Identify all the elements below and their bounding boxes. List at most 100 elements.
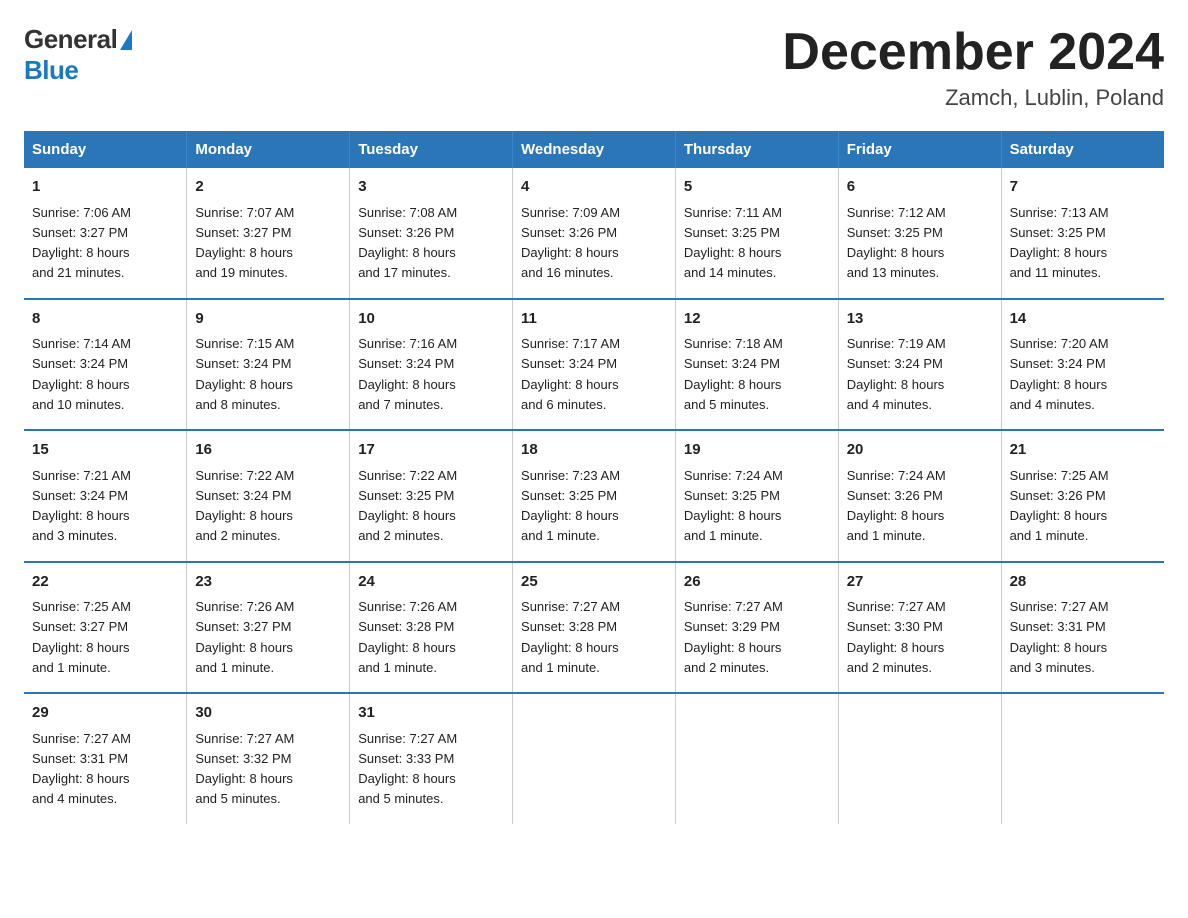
calendar-week-row: 8 Sunrise: 7:14 AMSunset: 3:24 PMDaylight… bbox=[24, 299, 1164, 431]
day-info: Sunrise: 7:20 AMSunset: 3:24 PMDaylight:… bbox=[1010, 336, 1109, 412]
calendar-cell: 12 Sunrise: 7:18 AMSunset: 3:24 PMDayligh… bbox=[675, 299, 838, 431]
day-info: Sunrise: 7:18 AMSunset: 3:24 PMDaylight:… bbox=[684, 336, 783, 412]
day-number: 1 bbox=[32, 176, 178, 199]
day-info: Sunrise: 7:27 AMSunset: 3:31 PMDaylight:… bbox=[32, 731, 131, 807]
day-info: Sunrise: 7:27 AMSunset: 3:28 PMDaylight:… bbox=[521, 599, 620, 675]
day-info: Sunrise: 7:12 AMSunset: 3:25 PMDaylight:… bbox=[847, 205, 946, 281]
day-number: 15 bbox=[32, 439, 178, 462]
page-header: General Blue December 2024 Zamch, Lublin… bbox=[24, 24, 1164, 111]
day-info: Sunrise: 7:07 AMSunset: 3:27 PMDaylight:… bbox=[195, 205, 294, 281]
logo: General Blue bbox=[24, 24, 132, 86]
day-of-week-header: Wednesday bbox=[513, 131, 676, 168]
day-of-week-header: Tuesday bbox=[350, 131, 513, 168]
calendar-cell: 18Sunrise: 7:23 AMSunset: 3:25 PMDayligh… bbox=[513, 430, 676, 562]
calendar-cell: 30 Sunrise: 7:27 AMSunset: 3:32 PMDayligh… bbox=[187, 693, 350, 824]
day-info: Sunrise: 7:22 AMSunset: 3:24 PMDaylight:… bbox=[195, 468, 294, 544]
calendar-cell: 14 Sunrise: 7:20 AMSunset: 3:24 PMDayligh… bbox=[1001, 299, 1164, 431]
day-number: 18 bbox=[521, 439, 667, 462]
day-info: Sunrise: 7:24 AMSunset: 3:26 PMDaylight:… bbox=[847, 468, 946, 544]
day-info: Sunrise: 7:25 AMSunset: 3:26 PMDaylight:… bbox=[1010, 468, 1109, 544]
calendar-cell: 5Sunrise: 7:11 AMSunset: 3:25 PMDaylight… bbox=[675, 168, 838, 299]
day-number: 29 bbox=[32, 702, 178, 725]
calendar-cell: 27Sunrise: 7:27 AMSunset: 3:30 PMDayligh… bbox=[838, 562, 1001, 694]
day-of-week-header: Saturday bbox=[1001, 131, 1164, 168]
calendar-cell: 21 Sunrise: 7:25 AMSunset: 3:26 PMDayligh… bbox=[1001, 430, 1164, 562]
day-info: Sunrise: 7:27 AMSunset: 3:32 PMDaylight:… bbox=[195, 731, 294, 807]
calendar-cell: 22 Sunrise: 7:25 AMSunset: 3:27 PMDayligh… bbox=[24, 562, 187, 694]
day-number: 12 bbox=[684, 308, 830, 331]
calendar-cell: 2 Sunrise: 7:07 AMSunset: 3:27 PMDaylight… bbox=[187, 168, 350, 299]
page-subtitle: Zamch, Lublin, Poland bbox=[782, 85, 1164, 111]
day-number: 17 bbox=[358, 439, 504, 462]
calendar-cell: 15 Sunrise: 7:21 AMSunset: 3:24 PMDayligh… bbox=[24, 430, 187, 562]
day-number: 22 bbox=[32, 571, 178, 594]
day-info: Sunrise: 7:16 AMSunset: 3:24 PMDaylight:… bbox=[358, 336, 457, 412]
calendar-week-row: 22 Sunrise: 7:25 AMSunset: 3:27 PMDayligh… bbox=[24, 562, 1164, 694]
title-block: December 2024 Zamch, Lublin, Poland bbox=[782, 24, 1164, 111]
calendar-cell: 7Sunrise: 7:13 AMSunset: 3:25 PMDaylight… bbox=[1001, 168, 1164, 299]
calendar-cell bbox=[675, 693, 838, 824]
day-info: Sunrise: 7:24 AMSunset: 3:25 PMDaylight:… bbox=[684, 468, 783, 544]
calendar-cell bbox=[838, 693, 1001, 824]
calendar-cell: 31 Sunrise: 7:27 AMSunset: 3:33 PMDayligh… bbox=[350, 693, 513, 824]
calendar-cell: 13 Sunrise: 7:19 AMSunset: 3:24 PMDayligh… bbox=[838, 299, 1001, 431]
day-number: 21 bbox=[1010, 439, 1156, 462]
logo-blue-text: Blue bbox=[24, 55, 78, 85]
calendar-cell: 24 Sunrise: 7:26 AMSunset: 3:28 PMDayligh… bbox=[350, 562, 513, 694]
day-of-week-header: Sunday bbox=[24, 131, 187, 168]
calendar-cell: 17 Sunrise: 7:22 AMSunset: 3:25 PMDayligh… bbox=[350, 430, 513, 562]
day-number: 24 bbox=[358, 571, 504, 594]
day-of-week-header: Friday bbox=[838, 131, 1001, 168]
day-number: 28 bbox=[1010, 571, 1156, 594]
day-number: 8 bbox=[32, 308, 178, 331]
calendar-cell: 10 Sunrise: 7:16 AMSunset: 3:24 PMDayligh… bbox=[350, 299, 513, 431]
calendar-cell: 29 Sunrise: 7:27 AMSunset: 3:31 PMDayligh… bbox=[24, 693, 187, 824]
day-number: 30 bbox=[195, 702, 341, 725]
day-number: 2 bbox=[195, 176, 341, 199]
day-number: 14 bbox=[1010, 308, 1156, 331]
day-info: Sunrise: 7:22 AMSunset: 3:25 PMDaylight:… bbox=[358, 468, 457, 544]
calendar-cell: 23Sunrise: 7:26 AMSunset: 3:27 PMDayligh… bbox=[187, 562, 350, 694]
day-info: Sunrise: 7:27 AMSunset: 3:33 PMDaylight:… bbox=[358, 731, 457, 807]
calendar-cell: 9Sunrise: 7:15 AMSunset: 3:24 PMDaylight… bbox=[187, 299, 350, 431]
calendar-cell bbox=[513, 693, 676, 824]
day-number: 7 bbox=[1010, 176, 1156, 199]
calendar-cell bbox=[1001, 693, 1164, 824]
day-info: Sunrise: 7:08 AMSunset: 3:26 PMDaylight:… bbox=[358, 205, 457, 281]
logo-general-text: General bbox=[24, 24, 117, 55]
calendar-week-row: 15 Sunrise: 7:21 AMSunset: 3:24 PMDayligh… bbox=[24, 430, 1164, 562]
calendar-cell: 8 Sunrise: 7:14 AMSunset: 3:24 PMDaylight… bbox=[24, 299, 187, 431]
day-info: Sunrise: 7:09 AMSunset: 3:26 PMDaylight:… bbox=[521, 205, 620, 281]
day-info: Sunrise: 7:27 AMSunset: 3:29 PMDaylight:… bbox=[684, 599, 783, 675]
day-number: 13 bbox=[847, 308, 993, 331]
day-info: Sunrise: 7:25 AMSunset: 3:27 PMDaylight:… bbox=[32, 599, 131, 675]
day-number: 19 bbox=[684, 439, 830, 462]
page-title: December 2024 bbox=[782, 24, 1164, 81]
day-info: Sunrise: 7:14 AMSunset: 3:24 PMDaylight:… bbox=[32, 336, 131, 412]
calendar-cell: 3 Sunrise: 7:08 AMSunset: 3:26 PMDaylight… bbox=[350, 168, 513, 299]
day-info: Sunrise: 7:19 AMSunset: 3:24 PMDaylight:… bbox=[847, 336, 946, 412]
calendar-cell: 28 Sunrise: 7:27 AMSunset: 3:31 PMDayligh… bbox=[1001, 562, 1164, 694]
day-info: Sunrise: 7:27 AMSunset: 3:30 PMDaylight:… bbox=[847, 599, 946, 675]
day-number: 4 bbox=[521, 176, 667, 199]
calendar-cell: 1Sunrise: 7:06 AMSunset: 3:27 PMDaylight… bbox=[24, 168, 187, 299]
day-number: 3 bbox=[358, 176, 504, 199]
day-info: Sunrise: 7:11 AMSunset: 3:25 PMDaylight:… bbox=[684, 205, 782, 281]
day-number: 6 bbox=[847, 176, 993, 199]
calendar-cell: 25Sunrise: 7:27 AMSunset: 3:28 PMDayligh… bbox=[513, 562, 676, 694]
calendar-cell: 4 Sunrise: 7:09 AMSunset: 3:26 PMDaylight… bbox=[513, 168, 676, 299]
day-number: 11 bbox=[521, 308, 667, 331]
day-info: Sunrise: 7:26 AMSunset: 3:28 PMDaylight:… bbox=[358, 599, 457, 675]
day-number: 31 bbox=[358, 702, 504, 725]
day-number: 20 bbox=[847, 439, 993, 462]
calendar-table: SundayMondayTuesdayWednesdayThursdayFrid… bbox=[24, 131, 1164, 824]
day-number: 10 bbox=[358, 308, 504, 331]
day-of-week-header: Monday bbox=[187, 131, 350, 168]
day-info: Sunrise: 7:27 AMSunset: 3:31 PMDaylight:… bbox=[1010, 599, 1109, 675]
day-info: Sunrise: 7:21 AMSunset: 3:24 PMDaylight:… bbox=[32, 468, 131, 544]
day-info: Sunrise: 7:17 AMSunset: 3:24 PMDaylight:… bbox=[521, 336, 620, 412]
day-info: Sunrise: 7:26 AMSunset: 3:27 PMDaylight:… bbox=[195, 599, 294, 675]
logo-triangle-icon bbox=[120, 30, 132, 50]
calendar-cell: 20 Sunrise: 7:24 AMSunset: 3:26 PMDayligh… bbox=[838, 430, 1001, 562]
day-number: 26 bbox=[684, 571, 830, 594]
